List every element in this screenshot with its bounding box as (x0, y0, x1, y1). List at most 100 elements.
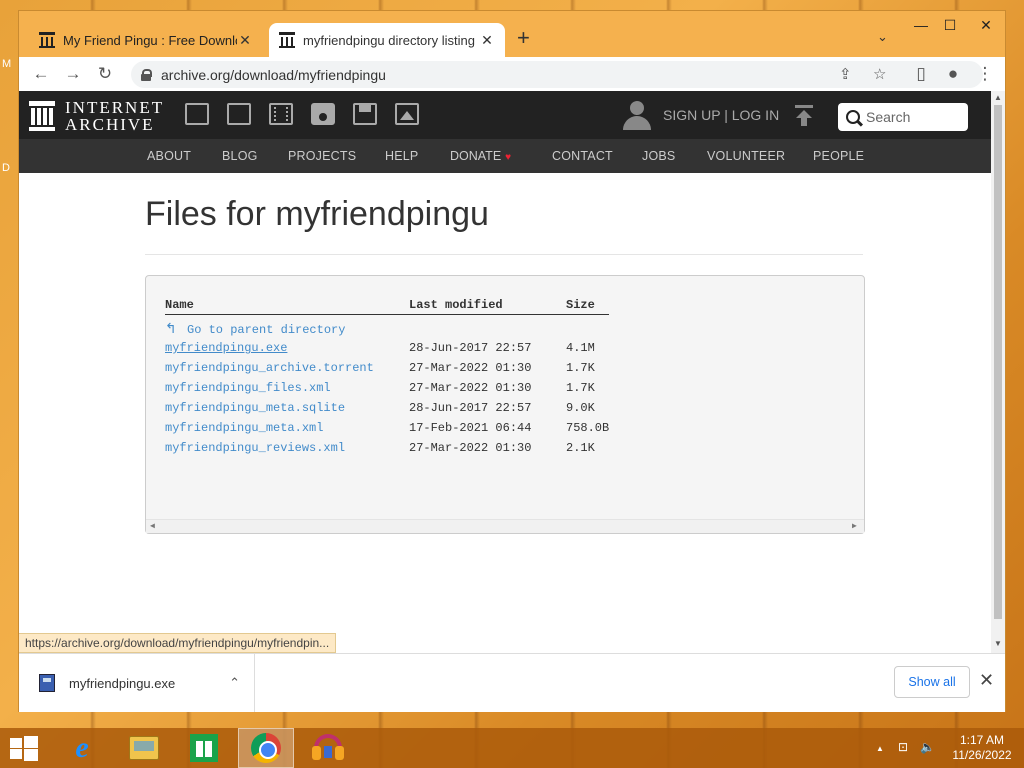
tab-strip: My Friend Pingu : Free Downloac ✕ myfrie… (19, 11, 1005, 57)
tray-chevron-icon[interactable]: ▲ (876, 744, 884, 753)
nav-projects[interactable]: PROJECTS (288, 149, 356, 163)
internet-archive-logo[interactable]: INTERNET ARCHIVE (29, 99, 164, 133)
nav-donate-label: DONATE (450, 149, 502, 163)
file-size: 758.0B (566, 421, 610, 435)
logo-wordmark: INTERNET ARCHIVE (65, 99, 164, 133)
archive-favicon-icon (279, 32, 295, 48)
nav-help[interactable]: HELP (385, 149, 418, 163)
nav-volunteer[interactable]: VOLUNTEER (707, 149, 785, 163)
new-tab-button[interactable]: + (517, 25, 530, 51)
file-explorer-icon[interactable] (116, 728, 172, 768)
tab-directory-listing[interactable]: myfriendpingu directory listing ✕ (269, 23, 505, 57)
reload-icon[interactable]: ↻ (95, 64, 115, 84)
back-icon[interactable]: ← (31, 64, 51, 84)
file-modified: 27-Mar-2022 01:30 (409, 361, 532, 375)
film-icon[interactable] (269, 103, 293, 125)
ie-glyph: e (75, 731, 89, 764)
scroll-down-icon[interactable]: ▼ (994, 639, 1002, 648)
file-modified: 27-Mar-2022 01:30 (409, 381, 532, 395)
upload-icon[interactable] (795, 105, 813, 127)
nav-blog[interactable]: BLOG (222, 149, 258, 163)
tab-my-friend-pingu[interactable]: My Friend Pingu : Free Downloac ✕ (29, 23, 263, 57)
archive-favicon-icon (39, 32, 55, 48)
file-link[interactable]: myfriendpingu_archive.torrent (165, 361, 374, 375)
header-rule (165, 314, 609, 315)
desktop-icon-label[interactable]: M (2, 58, 11, 70)
heart-icon: ♥ (505, 152, 512, 163)
file-link[interactable]: myfriendpingu_files.xml (165, 381, 331, 395)
file-row: myfriendpingu_files.xml 27-Mar-2022 01:30… (146, 381, 846, 399)
status-bar-url: https://archive.org/download/myfriendpin… (19, 633, 337, 653)
logo-line-2: ARCHIVE (65, 115, 155, 134)
chevron-up-icon[interactable]: ⌃ (229, 675, 240, 691)
ia-header: INTERNET ARCHIVE SIGN UP | LOG IN Search (19, 91, 991, 139)
nav-contact[interactable]: CONTACT (552, 149, 613, 163)
column-header-size: Size (566, 298, 595, 312)
parent-directory-row: ↰ Go to parent directory (146, 321, 846, 339)
nav-about[interactable]: ABOUT (147, 149, 191, 163)
signup-login-link[interactable]: SIGN UP | LOG IN (663, 107, 779, 123)
clock-time: 1:17 AM (959, 733, 1005, 747)
windows-start-icon[interactable] (10, 736, 38, 761)
volume-icon[interactable]: 🔈 (920, 740, 935, 754)
tab-close-icon[interactable]: ✕ (479, 32, 495, 49)
file-row: myfriendpingu_meta.xml 17-Feb-2021 06:44 7… (146, 421, 846, 439)
nav-donate[interactable]: DONATE ♥ (450, 149, 511, 163)
tab-search-chevron-icon[interactable]: ⌄ (877, 29, 888, 45)
close-shelf-icon[interactable]: ✕ (979, 670, 994, 691)
file-link[interactable]: myfriendpingu_meta.sqlite (165, 401, 345, 415)
image-icon[interactable] (395, 103, 419, 125)
scroll-right-icon[interactable]: ▶ (852, 521, 857, 531)
store-icon[interactable] (176, 728, 232, 768)
file-row: myfriendpingu.exe 28-Jun-2017 22:57 4.1M (146, 341, 846, 359)
chrome-icon[interactable] (238, 728, 294, 768)
directory-listing: Name Last modified Size ↰ Go to parent di… (145, 275, 865, 534)
system-clock[interactable]: 1:17 AM 11/26/2022 (948, 733, 1016, 763)
tab-label: My Friend Pingu : Free Downloac (63, 32, 237, 48)
nav-jobs[interactable]: JOBS (642, 149, 675, 163)
scroll-up-icon[interactable]: ▲ (994, 93, 1002, 102)
book-icon[interactable] (227, 103, 251, 125)
desktop-icon-label[interactable]: D (2, 162, 10, 174)
browser-menu-icon[interactable]: ⋮ (975, 64, 995, 84)
url-text[interactable]: archive.org/download/myfriendpingu (161, 67, 386, 83)
horizontal-scrollbar[interactable]: ◀ ▶ (146, 519, 864, 533)
show-all-button[interactable]: Show all (894, 666, 970, 698)
parent-arrow-icon: ↰ (165, 321, 177, 337)
internet-explorer-icon[interactable]: e (54, 728, 110, 768)
network-icon[interactable]: ⊡ (898, 740, 908, 754)
share-icon[interactable]: ⇪ (839, 65, 852, 83)
file-size: 2.1K (566, 441, 595, 455)
address-bar[interactable]: archive.org/download/myfriendpingu ⇪ ☆ (131, 61, 983, 88)
media-type-icons (185, 103, 437, 125)
file-link[interactable]: myfriendpingu.exe (165, 341, 287, 355)
parent-directory-link[interactable]: ↰ Go to parent directory (165, 321, 345, 337)
audio-speaker-icon[interactable] (311, 103, 335, 125)
scrollbar-thumb[interactable] (994, 105, 1002, 619)
audacity-headphones-icon[interactable] (300, 728, 356, 768)
search-placeholder: Search (866, 109, 911, 125)
ia-nav-bar: ABOUT BLOG PROJECTS HELP DONATE ♥ CONTACT… (19, 139, 991, 173)
ia-search-input[interactable]: Search (838, 103, 968, 131)
side-panel-icon[interactable]: ▯ (911, 64, 931, 84)
vertical-scrollbar[interactable]: ▲ ▼ (991, 91, 1005, 653)
scroll-left-icon[interactable]: ◀ (150, 521, 155, 531)
software-floppy-icon[interactable] (353, 103, 377, 125)
lock-icon[interactable] (141, 68, 152, 81)
tab-close-icon[interactable]: ✕ (237, 32, 253, 49)
user-icon[interactable] (623, 101, 651, 131)
file-link[interactable]: myfriendpingu_reviews.xml (165, 441, 345, 455)
nav-people[interactable]: PEOPLE (813, 149, 864, 163)
tab-label: myfriendpingu directory listing (303, 32, 475, 48)
forward-icon[interactable]: → (63, 64, 83, 84)
profile-avatar-icon[interactable]: ● (943, 64, 963, 84)
column-header-name: Name (165, 298, 194, 312)
download-item[interactable]: myfriendpingu.exe ⌃ (19, 654, 255, 712)
web-icon[interactable] (185, 103, 209, 125)
taskbar: e ▲ ⊡ 🔈 1:17 AM 11/26/2022 (0, 728, 1024, 768)
file-size: 4.1M (566, 341, 595, 355)
file-link[interactable]: myfriendpingu_meta.xml (165, 421, 323, 435)
file-row: myfriendpingu_meta.sqlite 28-Jun-2017 22:… (146, 401, 846, 419)
file-modified: 17-Feb-2021 06:44 (409, 421, 532, 435)
bookmark-star-icon[interactable]: ☆ (873, 65, 886, 83)
